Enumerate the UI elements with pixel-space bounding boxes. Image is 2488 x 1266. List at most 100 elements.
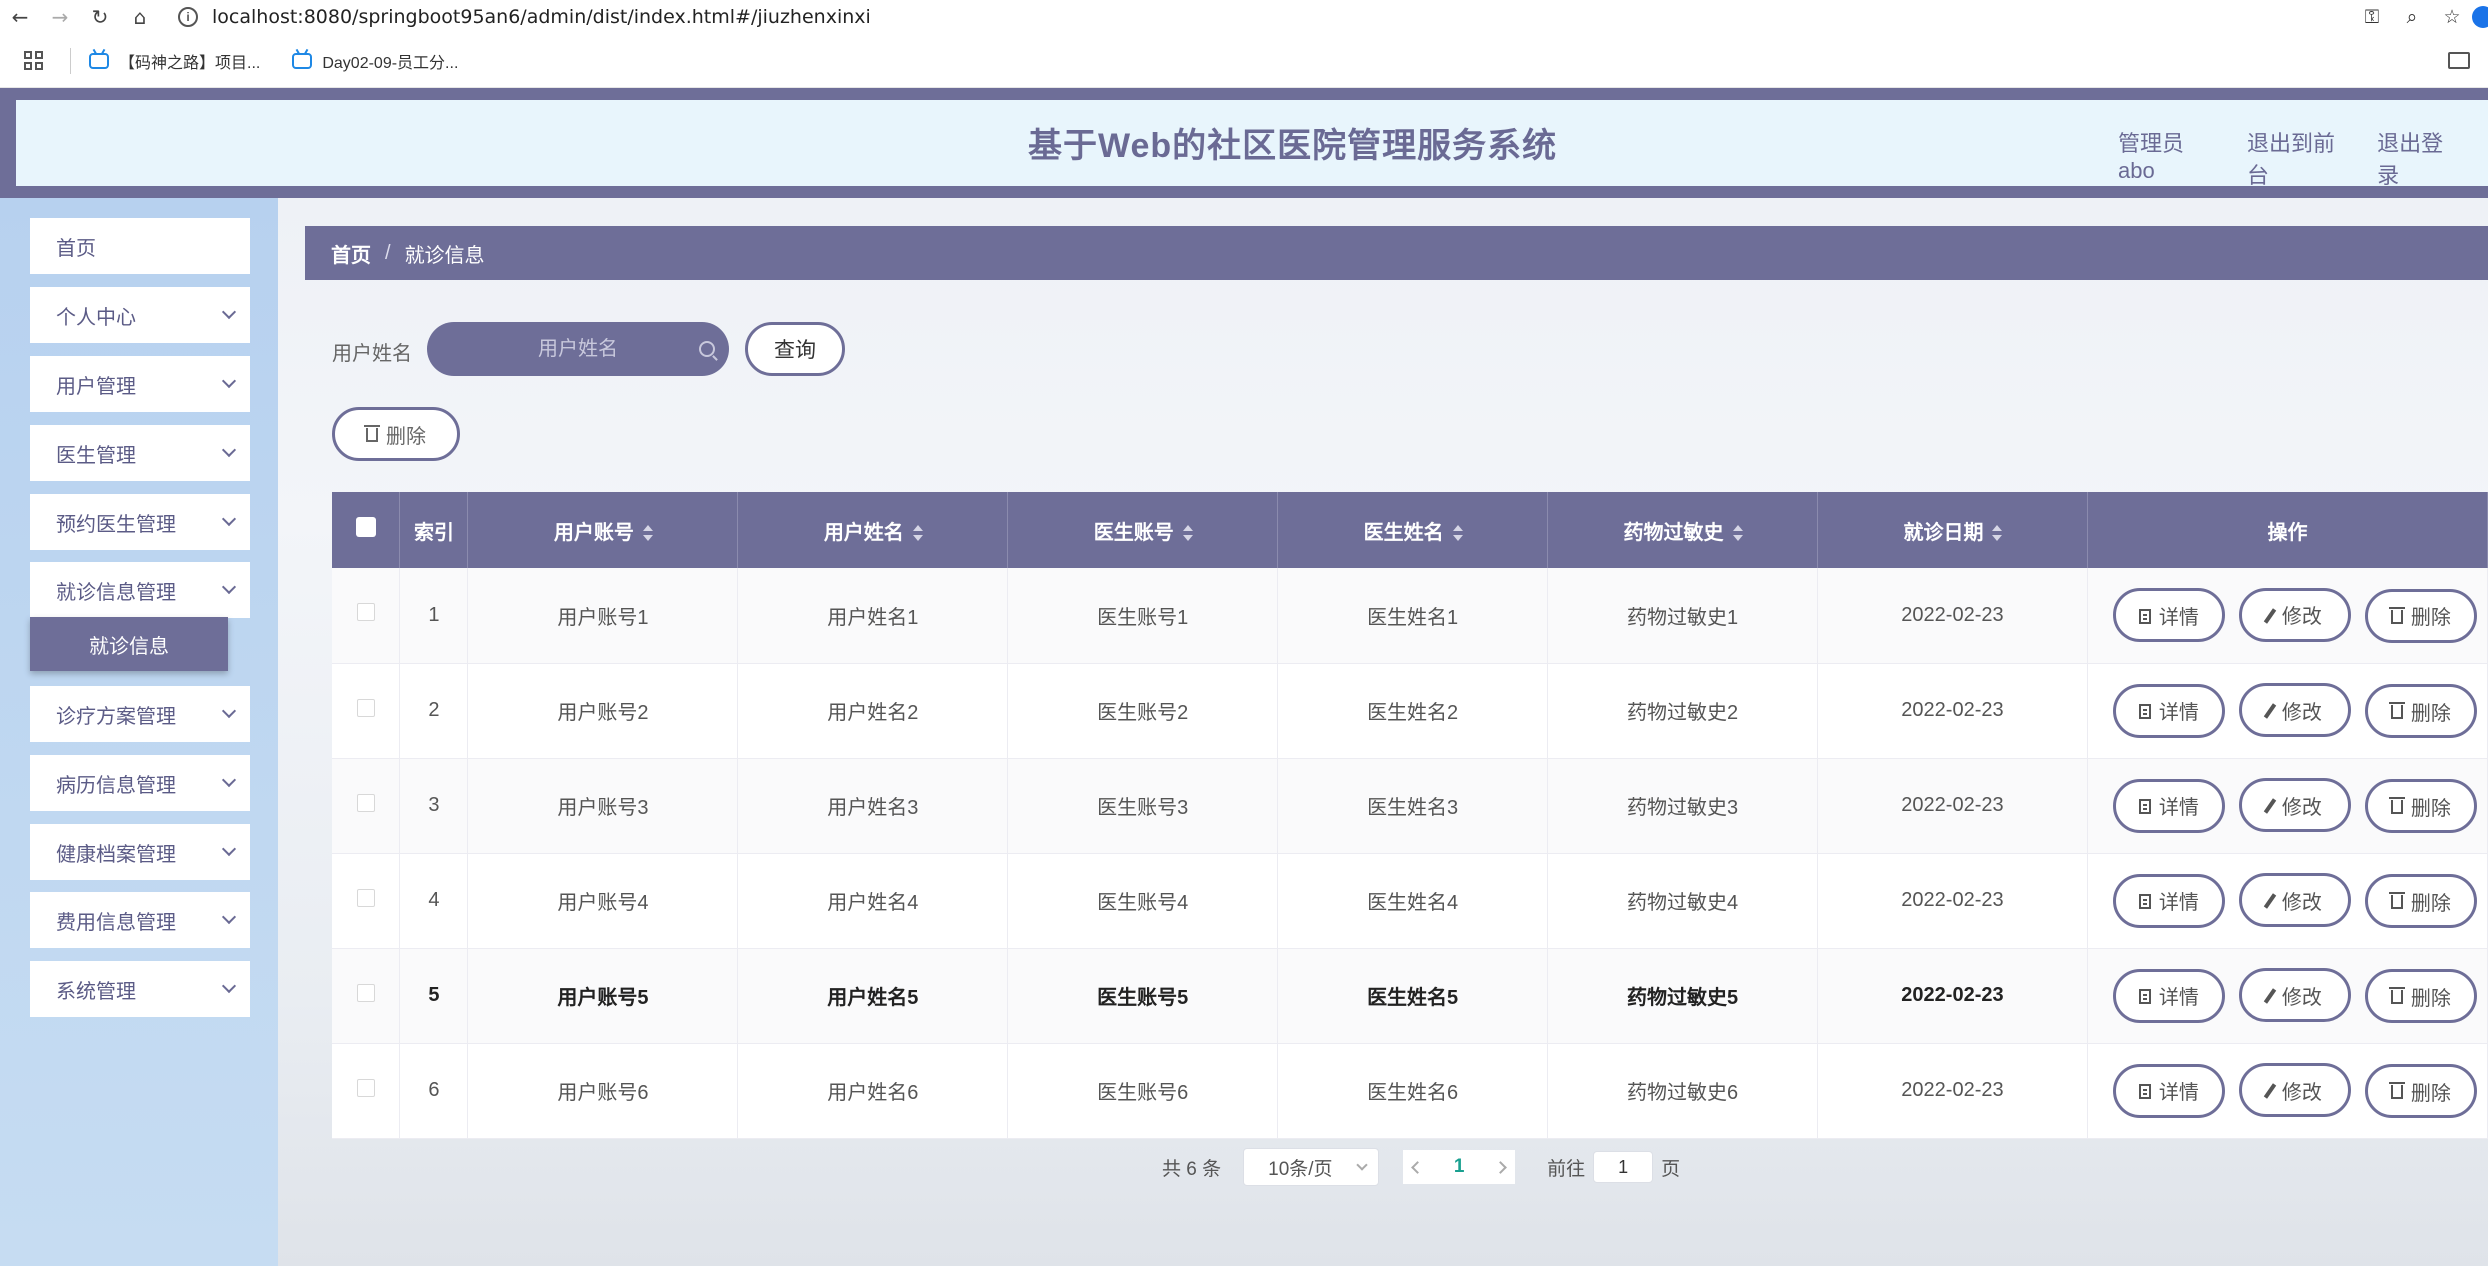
sidebar-item-health-archives[interactable]: 健康档案管理 [30,824,250,880]
bookmark-item[interactable]: Day02-09-员工分... [292,49,458,73]
cell-doctor-account: 医生账号3 [1007,758,1279,854]
query-button[interactable]: 查询 [745,322,845,376]
edit-button[interactable]: 修改 [2238,873,2351,927]
batch-delete-button[interactable]: 删除 [332,407,460,461]
header-user-menu: 管理员 abo 退出到前台 退出登录 [2118,126,2488,190]
search-input[interactable] [478,337,678,361]
sidebar-item-doctor-management[interactable]: 医生管理 [30,425,250,481]
goto-suffix: 页 [1661,1158,1681,1180]
edit-icon [2263,703,2277,719]
cell-index: 4 [399,853,469,949]
sidebar-item-medical-records[interactable]: 病历信息管理 [30,755,250,811]
search-field[interactable] [427,322,729,376]
document-icon [2138,704,2151,719]
delete-button[interactable]: 删除 [2364,684,2477,738]
sort-icon[interactable] [1452,525,1463,542]
row-checkbox[interactable] [332,663,401,759]
sidebar-item-system-management[interactable]: 系统管理 [30,961,250,1017]
sidebar-item-user-management[interactable]: 用户管理 [30,356,250,412]
cell-doctor-account: 医生账号5 [1007,948,1279,1044]
detail-button[interactable]: 详情 [2112,588,2225,643]
folder-icon[interactable] [2448,52,2470,69]
cell-index: 1 [399,568,469,664]
password-key-icon[interactable]: ⚿ [2352,6,2392,28]
detail-button[interactable]: 详情 [2112,1063,2225,1118]
detail-button[interactable]: 详情 [2112,968,2225,1023]
page-number-current[interactable]: 1 [1454,1156,1465,1178]
detail-button[interactable]: 详情 [2112,683,2225,738]
sort-icon[interactable] [642,525,653,542]
col-header-actions: 操作 [2087,492,2488,568]
edit-button[interactable]: 修改 [2238,1063,2351,1117]
sidebar-item-appointment-management[interactable]: 预约医生管理 [30,494,250,550]
cell-actions: 详情 修改 删除 [2087,853,2488,949]
col-header-doctor-account[interactable]: 医生账号 [1007,492,1279,568]
site-info-icon[interactable]: i [178,7,198,27]
bookmark-item[interactable]: 【码神之路】项目... [89,49,260,73]
chevron-down-icon [221,511,237,527]
cell-actions: 详情 修改 删除 [2087,568,2488,664]
exit-to-front-link[interactable]: 退出到前台 [2247,126,2343,190]
sidebar-item-treatment-plan[interactable]: 诊疗方案管理 [30,686,250,742]
page-size-select[interactable]: 10条/页 [1243,1148,1380,1186]
delete-button[interactable]: 删除 [2364,779,2477,833]
detail-button[interactable]: 详情 [2112,873,2225,928]
cell-index: 5 [399,948,469,1044]
row-checkbox[interactable] [332,568,401,664]
edit-button[interactable]: 修改 [2238,587,2351,642]
sidebar-subitem-visit-info[interactable]: 就诊信息 [30,617,228,671]
sort-icon[interactable] [1991,525,2003,542]
prev-page-icon[interactable] [1411,1160,1424,1174]
cell-user-name: 用户姓名3 [737,758,1009,854]
address-bar[interactable]: i localhost:8080/springboot95an6/admin/d… [178,0,871,34]
url-text[interactable]: localhost:8080/springboot95an6/admin/dis… [212,6,871,28]
chevron-down-icon [221,373,237,389]
sidebar-item-visit-management[interactable]: 就诊信息管理 [30,562,250,618]
zoom-icon[interactable]: ⌕ [2392,6,2432,28]
detail-button[interactable]: 详情 [2112,778,2225,833]
col-header-visit-date[interactable]: 就诊日期 [1817,492,2088,568]
cell-allergy-history: 药物过敏史5 [1547,948,1818,1044]
back-icon[interactable]: ← [0,0,40,34]
edit-button[interactable]: 修改 [2238,968,2351,1022]
home-icon[interactable]: ⌂ [120,0,160,34]
select-all-checkbox[interactable] [332,492,401,568]
row-checkbox[interactable] [332,948,401,1044]
col-header-user-name[interactable]: 用户姓名 [737,492,1009,568]
delete-button[interactable]: 删除 [2364,588,2477,643]
delete-button[interactable]: 删除 [2364,1064,2477,1118]
apps-grid-icon[interactable] [24,50,44,71]
profile-avatar[interactable] [2472,6,2488,28]
row-checkbox[interactable] [332,853,401,949]
sidebar-item-personal-center[interactable]: 个人中心 [30,287,250,343]
logout-link[interactable]: 退出登录 [2377,126,2454,190]
delete-button[interactable]: 删除 [2364,969,2477,1023]
sort-icon[interactable] [1732,525,1743,542]
goto-page-input[interactable] [1593,1151,1654,1183]
row-checkbox[interactable] [332,1043,401,1139]
cell-doctor-name: 医生姓名6 [1277,1043,1549,1139]
sidebar-item-home[interactable]: 首页 [30,218,250,274]
sidebar-item-fee-management[interactable]: 费用信息管理 [30,892,250,948]
cell-doctor-name: 医生姓名3 [1277,758,1549,854]
cell-index: 2 [399,663,469,759]
reload-icon[interactable]: ↻ [80,0,120,34]
cell-actions: 详情 修改 删除 [2087,1043,2488,1139]
edit-button[interactable]: 修改 [2238,778,2351,832]
sort-icon[interactable] [1182,525,1193,542]
cell-doctor-name: 医生姓名1 [1277,568,1549,664]
pagination: 共 6 条 10条/页 1 前往 页 [1162,1148,1680,1186]
row-checkbox[interactable] [332,758,401,854]
breadcrumb-home[interactable]: 首页 [331,239,371,268]
edit-button[interactable]: 修改 [2238,683,2351,737]
col-header-allergy-history[interactable]: 药物过敏史 [1547,492,1818,568]
delete-button[interactable]: 删除 [2364,874,2477,928]
col-header-doctor-name[interactable]: 医生姓名 [1277,492,1549,568]
sort-icon[interactable] [912,525,923,542]
document-icon [2138,989,2151,1004]
bookmark-star-icon[interactable]: ☆ [2432,6,2472,28]
forward-icon[interactable]: → [40,0,80,34]
cell-visit-date: 2022-02-23 [1817,948,2088,1044]
col-header-user-account[interactable]: 用户账号 [467,492,739,568]
next-page-icon[interactable] [1494,1160,1507,1174]
